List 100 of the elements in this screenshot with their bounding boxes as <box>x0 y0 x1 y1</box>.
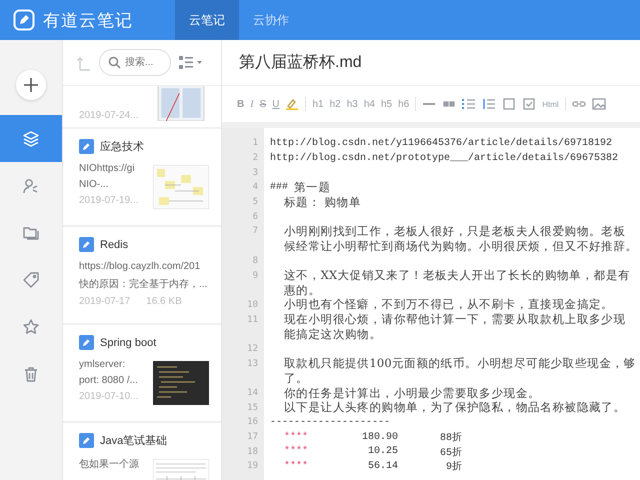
layers-icon <box>22 130 40 148</box>
discount-text: 88折 <box>438 431 462 444</box>
note-snippet: 包如果一个源 <box>79 458 140 471</box>
html-button[interactable]: Html <box>542 100 559 108</box>
text-line: 了。 <box>284 370 308 386</box>
heading-button[interactable]: h6 <box>398 98 410 110</box>
heading-marker: ### <box>270 182 288 193</box>
line-number: 5 <box>252 197 258 208</box>
highlight-icon[interactable] <box>285 98 300 110</box>
code-line: -------------------- <box>270 416 390 428</box>
text-line: 现在小明很心烦，请你帮他计算一下，需要从取款机上取多少现 <box>284 312 626 328</box>
line-number: 17 <box>246 432 258 442</box>
heading-text: 第一题 <box>294 180 331 195</box>
note-title[interactable]: Spring boot <box>100 336 156 348</box>
note-snippet: https://blog.cayzlh.com/201 <box>79 261 202 272</box>
note-title-heading[interactable]: 第八届蓝桥杯.md <box>222 40 640 86</box>
line-number: 1 <box>252 138 258 148</box>
note-date: 2019-07-24... <box>79 110 138 121</box>
note-date: 2019-07-17 <box>79 296 130 307</box>
bold-button[interactable]: B <box>237 98 244 110</box>
heading-button[interactable]: h5 <box>380 98 392 110</box>
text-line: 以下是让人头疼的购物单，为了保护隐私，物品名称被隐藏了。 <box>284 400 626 416</box>
header-tab[interactable]: 云协作 <box>239 0 303 40</box>
line-number: 2 <box>252 153 258 164</box>
add-button[interactable] <box>16 70 46 100</box>
star-icon <box>22 318 40 336</box>
text-line: 标题： 购物单 <box>284 194 362 210</box>
underline-button[interactable]: U <box>272 98 280 110</box>
checkbox-icon[interactable] <box>502 98 516 110</box>
note-icon <box>79 335 94 350</box>
line-number: 7 <box>252 226 258 236</box>
plus-icon <box>23 77 39 93</box>
price-text: 180.90 <box>360 432 398 443</box>
text-line: 小明也有个怪癖，不到万不得已，从不刷卡，直接现金搞定。 <box>284 297 614 312</box>
note-date: 2019-07-19... <box>79 195 138 206</box>
line-number: 18 <box>246 446 258 457</box>
line-number: 13 <box>246 358 258 369</box>
search-field[interactable]: 搜索... <box>99 49 171 76</box>
heading-button[interactable]: h2 <box>330 98 341 110</box>
line-number: 15 <box>246 402 258 413</box>
note-size: 16.6 KB <box>146 296 182 307</box>
text-line: 惠的。 <box>284 282 321 298</box>
line-number: 10 <box>246 300 258 310</box>
line-number: 16 <box>246 417 258 428</box>
note-snippet: ymlserver: <box>79 359 126 370</box>
header-tab[interactable]: 云笔记 <box>175 0 239 40</box>
note-snippet: NIO-... <box>79 179 110 190</box>
note-icon <box>79 237 94 252</box>
back-arrow-icon[interactable] <box>77 54 91 70</box>
text-line: 你的任务是计算出，小明最少需要取多少现金。 <box>284 386 540 401</box>
note-snippet: port: 8080 /... <box>79 375 139 386</box>
note-logo-icon <box>13 9 35 31</box>
line-number: 12 <box>246 344 258 354</box>
line-number: 19 <box>246 461 258 472</box>
text-line: 候经常让小明帮忙到商场代为购物。小明很厌烦，但又不好推辞。 <box>284 238 638 254</box>
ul-icon[interactable] <box>462 98 476 110</box>
heading-button[interactable]: h4 <box>364 98 375 110</box>
price-text: 56.14 <box>366 460 398 472</box>
image-icon[interactable] <box>592 98 606 110</box>
trash-icon <box>22 364 40 382</box>
search-icon <box>108 56 121 69</box>
checked-icon[interactable] <box>522 98 536 110</box>
note-icon <box>79 433 94 448</box>
hidden-name-mark: **** <box>284 460 310 472</box>
share-icon <box>22 176 40 194</box>
price-text: 10.25 <box>366 446 398 458</box>
line-number: 6 <box>252 212 258 222</box>
line-number: 14 <box>246 388 258 398</box>
line-number: 4 <box>252 182 258 192</box>
heading-button[interactable]: h3 <box>346 98 358 110</box>
discount-text: 65折 <box>438 446 462 459</box>
strike-button[interactable]: S <box>260 98 266 110</box>
tag-icon <box>22 270 40 288</box>
text-line: 这不，XX大促销又来了！老板夫人开出了长长的购物单，都是有 <box>284 268 630 284</box>
code-line: http://blog.csdn.net/y1196645376/article/details/69718192 <box>270 138 612 149</box>
line-number: 8 <box>252 256 258 266</box>
note-date: 2019-07-10... <box>79 391 138 402</box>
note-snippet: 快的原因：完全基于内存，... <box>79 278 208 291</box>
layers-nav-item[interactable] <box>0 115 62 162</box>
thumbnail-image <box>153 165 209 209</box>
thumbnail-image <box>153 361 209 405</box>
text-line: 小明刚刚找到工作，老板人很好，只是老板夫人很爱购物。老板 <box>284 224 626 239</box>
app-title: 有道云笔记 <box>43 10 133 32</box>
note-title[interactable]: Java笔试基础 <box>100 433 168 448</box>
note-snippet: NIOhttps://gi <box>79 163 136 174</box>
hidden-name-mark: **** <box>284 446 310 458</box>
line-number: 9 <box>252 270 258 281</box>
note-icon <box>79 139 94 154</box>
discount-text: 9折 <box>444 460 462 474</box>
heading-button[interactable]: h1 <box>312 98 324 110</box>
note-title[interactable]: 应急技术 <box>100 139 144 154</box>
line-number: 11 <box>246 314 258 325</box>
code-line: http://blog.csdn.net/prototype___/article/details/69675382 <box>270 152 618 164</box>
hidden-name-mark: **** <box>284 432 310 443</box>
text-line: 能搞定这次购物。 <box>284 326 382 342</box>
note-title[interactable]: Redis <box>100 238 128 250</box>
ol-icon[interactable] <box>482 98 496 110</box>
italic-button[interactable]: I <box>250 98 254 110</box>
text-line: 取款机只能提供100元面额的纸币。小明想尽可能少取些现金，够 <box>284 356 636 372</box>
view-toggle-icon[interactable] <box>179 56 203 70</box>
